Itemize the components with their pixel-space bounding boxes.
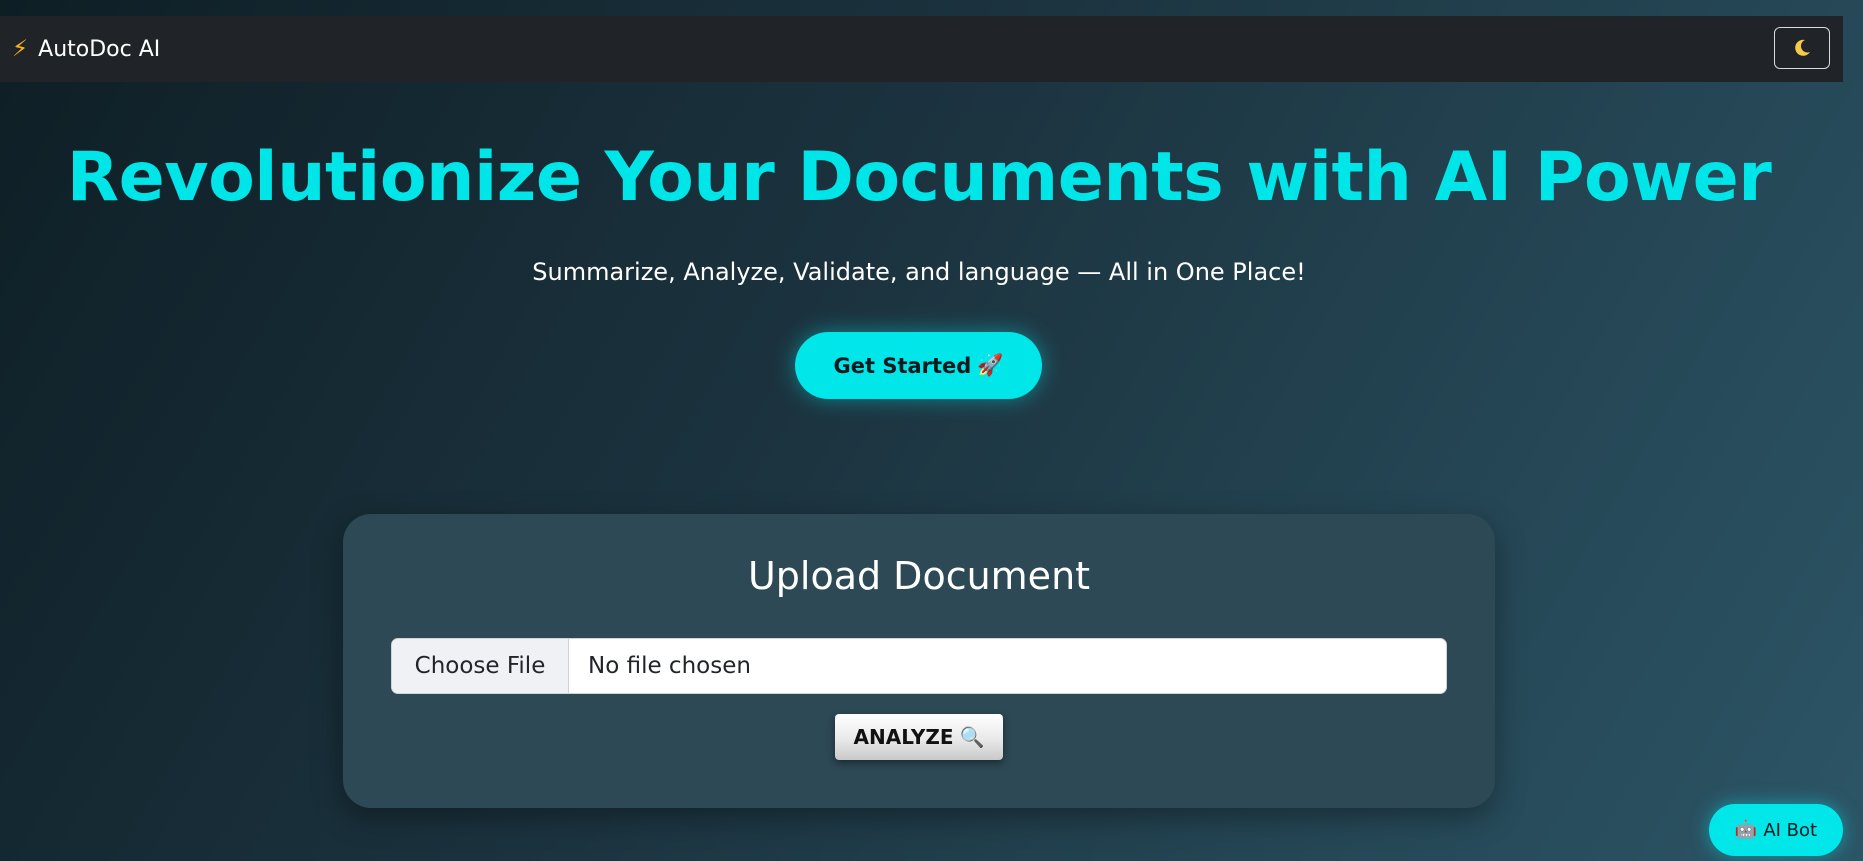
get-started-button[interactable]: Get Started 🚀: [795, 332, 1042, 399]
moon-icon: [1792, 38, 1812, 58]
ai-bot-button[interactable]: 🤖 AI Bot: [1709, 804, 1843, 856]
theme-toggle-button[interactable]: [1774, 27, 1830, 69]
analyze-button[interactable]: ANALYZE 🔍: [835, 714, 1003, 760]
lightning-icon: ⚡: [12, 35, 29, 62]
choose-file-button[interactable]: Choose File: [392, 639, 569, 693]
magnifier-icon: 🔍: [959, 725, 985, 749]
ai-bot-label: AI Bot: [1763, 819, 1818, 841]
brand[interactable]: ⚡ AutoDoc AI: [12, 37, 160, 62]
get-started-label: Get Started: [833, 353, 972, 378]
upload-title: Upload Document: [747, 554, 1091, 598]
hero-subtitle: Summarize, Analyze, Validate, and langua…: [532, 258, 1306, 286]
navbar: ⚡ AutoDoc AI: [0, 16, 1843, 82]
file-status-text: No file chosen: [588, 653, 751, 679]
file-input[interactable]: Choose File No file chosen: [391, 638, 1447, 694]
rocket-icon: 🚀: [977, 353, 1004, 377]
robot-icon: 🤖: [1734, 819, 1758, 840]
brand-name: AutoDoc AI: [38, 36, 161, 62]
hero-title: Revolutionize Your Documents with AI Pow…: [66, 138, 1772, 217]
upload-card: Upload Document Choose File No file chos…: [343, 514, 1495, 808]
analyze-label: ANALYZE: [853, 725, 954, 749]
